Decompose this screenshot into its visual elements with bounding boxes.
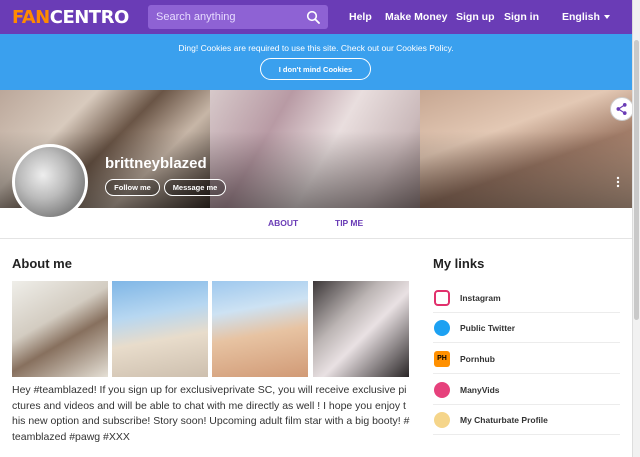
link-manyvids[interactable]: ManyVids bbox=[433, 375, 620, 405]
link-label: Instagram bbox=[460, 293, 501, 303]
link-chaturbate[interactable]: My Chaturbate Profile bbox=[433, 405, 620, 435]
top-navigation-bar: FANCENTRO Help Make Money Sign up Sign i… bbox=[0, 0, 632, 34]
about-heading: About me bbox=[12, 256, 72, 271]
follow-button[interactable]: Follow me bbox=[105, 179, 160, 196]
cover-shade bbox=[0, 90, 632, 208]
cookie-banner: Ding! Cookies are required to use this s… bbox=[0, 34, 632, 90]
tab-about[interactable]: ABOUT bbox=[268, 218, 298, 228]
fancentro-logo[interactable]: FANCENTRO bbox=[12, 7, 129, 28]
chaturbate-icon bbox=[434, 412, 450, 428]
gallery-photo-4[interactable] bbox=[313, 281, 409, 377]
page-scrollbar[interactable] bbox=[632, 0, 640, 457]
search-input[interactable] bbox=[156, 9, 296, 25]
link-twitter[interactable]: Public Twitter bbox=[433, 313, 620, 343]
more-options-icon[interactable] bbox=[615, 176, 621, 188]
twitter-icon bbox=[434, 320, 450, 336]
link-label: My Chaturbate Profile bbox=[460, 415, 548, 425]
language-selector[interactable]: English bbox=[562, 11, 610, 23]
profile-tabs: ABOUT TIP ME bbox=[0, 208, 632, 239]
nav-help-link[interactable]: Help bbox=[349, 11, 372, 23]
gallery-photo-2[interactable] bbox=[112, 281, 208, 377]
manyvids-icon bbox=[434, 382, 450, 398]
message-button[interactable]: Message me bbox=[164, 179, 226, 196]
search-icon[interactable] bbox=[306, 10, 320, 24]
gallery-photo-3[interactable] bbox=[212, 281, 308, 377]
link-instagram[interactable]: Instagram bbox=[433, 283, 620, 313]
chevron-down-icon bbox=[603, 15, 610, 20]
language-label: English bbox=[562, 11, 600, 23]
instagram-icon bbox=[434, 290, 450, 306]
nav-sign-up-link[interactable]: Sign up bbox=[456, 11, 495, 23]
logo-fan-text: FAN bbox=[12, 7, 50, 28]
pornhub-icon: PH bbox=[434, 351, 450, 367]
search-box bbox=[148, 5, 328, 29]
link-label: Pornhub bbox=[460, 354, 495, 364]
share-icon[interactable] bbox=[610, 97, 634, 121]
scrollbar-thumb[interactable] bbox=[634, 40, 639, 320]
link-label: ManyVids bbox=[460, 385, 500, 395]
logo-centro-text: CENTRO bbox=[49, 7, 130, 28]
links-heading: My links bbox=[433, 256, 485, 271]
about-bio-text: Hey #teamblazed! If you sign up for excl… bbox=[12, 384, 410, 443]
profile-username: brittneyblazed bbox=[105, 155, 207, 172]
link-pornhub[interactable]: PH Pornhub bbox=[433, 344, 620, 374]
link-label: Public Twitter bbox=[460, 323, 516, 333]
nav-sign-in-link[interactable]: Sign in bbox=[504, 11, 539, 23]
cookie-message: Ding! Cookies are required to use this s… bbox=[178, 43, 454, 53]
tab-tip-me[interactable]: TIP ME bbox=[335, 218, 363, 228]
accept-cookies-button[interactable]: I don't mind Cookies bbox=[260, 58, 371, 80]
nav-make-money-link[interactable]: Make Money bbox=[385, 11, 447, 23]
gallery-photo-1[interactable] bbox=[12, 281, 108, 377]
